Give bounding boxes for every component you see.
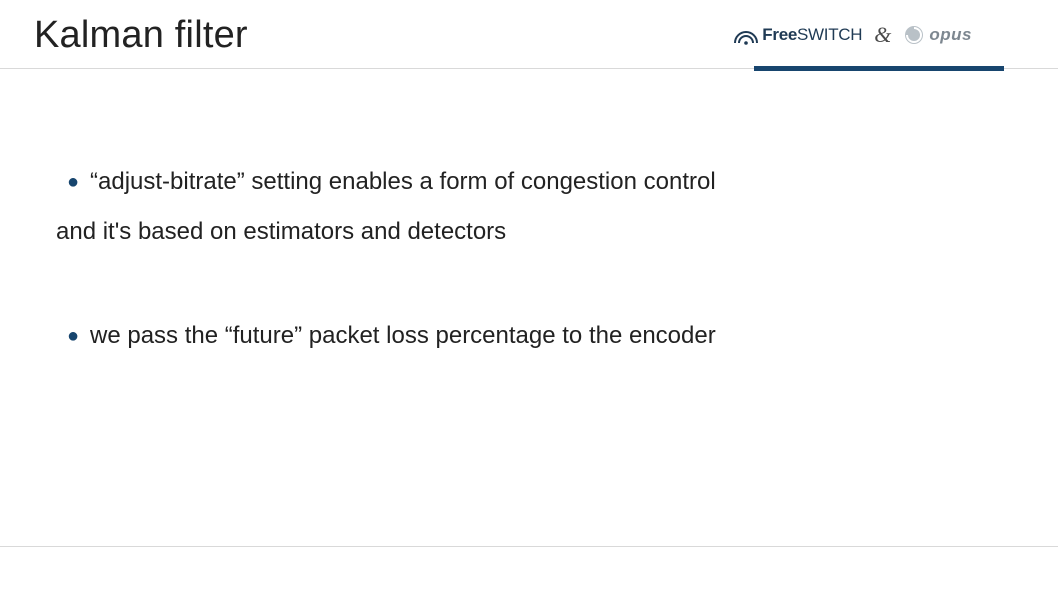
- slide-header: Kalman filter FreeSWITCH &: [0, 0, 1058, 57]
- footer-rule: [0, 546, 1058, 547]
- bullet-icon: ●: [56, 319, 90, 353]
- opus-logo: opus: [903, 24, 972, 46]
- bullet-item: ● we pass the “future” packet loss perce…: [56, 319, 1002, 353]
- bullet-item: ● “adjust-bitrate” setting enables a for…: [56, 165, 1002, 249]
- header-rule-accent: [754, 66, 1004, 71]
- opus-swirl-icon: [903, 24, 925, 46]
- opus-wordmark: opus: [929, 25, 972, 45]
- bullet-text: we pass the “future” packet loss percent…: [90, 319, 716, 353]
- bullet-continuation: and it's based on estimators and detecto…: [56, 215, 1002, 249]
- logo-cluster: FreeSWITCH & opus: [733, 22, 972, 48]
- bullet-text: “adjust-bitrate” setting enables a form …: [90, 165, 716, 199]
- freeswitch-wifi-icon: [733, 31, 759, 45]
- bullet-icon: ●: [56, 165, 90, 199]
- slide: Kalman filter FreeSWITCH &: [0, 0, 1058, 595]
- freeswitch-wordmark: FreeSWITCH: [762, 25, 862, 45]
- slide-body: ● “adjust-bitrate” setting enables a for…: [0, 57, 1058, 353]
- header-rule: [0, 68, 1058, 74]
- ampersand-icon: &: [874, 22, 891, 48]
- freeswitch-logo: FreeSWITCH: [733, 25, 862, 45]
